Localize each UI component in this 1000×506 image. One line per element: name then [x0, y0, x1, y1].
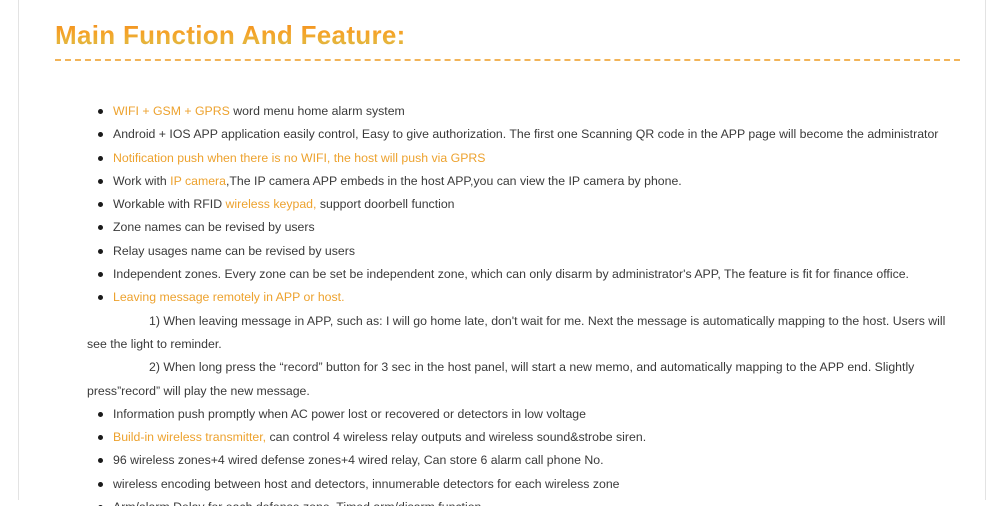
list-item: Android + IOS APP application easily con…	[93, 123, 973, 146]
list-item-text: Workable with RFID	[113, 197, 226, 212]
heading-block: Main Function And Feature:	[55, 20, 960, 61]
bullet-dot-icon	[98, 178, 103, 184]
bullet-dot-icon	[98, 132, 103, 138]
list-item: Arm/alarm Delay for each defense zone. T…	[93, 496, 973, 506]
bullet-dot-icon	[98, 435, 103, 441]
list-item: Zone names can be revised by users	[93, 216, 973, 239]
list-item-text: ,The IP camera APP embeds in the host AP…	[226, 173, 682, 188]
bullet-dot-icon	[98, 155, 103, 161]
list-item-text: word menu home alarm system	[229, 104, 405, 118]
bullet-dot-icon	[98, 248, 103, 254]
content-column: Main Function And Feature: WIFI + GSM + …	[19, 0, 985, 506]
list-item-text: 96 wireless zones+4 wired defense zones+…	[113, 453, 604, 468]
list-item-highlight: WIFI + GSM + GPRS	[113, 104, 230, 118]
bullet-dot-icon	[98, 109, 103, 114]
list-item: Notification push when there is no WIFI,…	[93, 147, 973, 170]
feature-list: WIFI + GSM + GPRS word menu home alarm s…	[87, 100, 973, 506]
bullet-dot-icon	[98, 411, 103, 417]
list-item: Independent zones. Every zone can be set…	[93, 263, 973, 286]
heading-divider	[55, 59, 960, 61]
bullet-dot-icon	[98, 481, 103, 487]
list-item-highlight: wireless keypad,	[225, 197, 317, 212]
list-item-text: Zone names can be revised by users	[113, 220, 315, 235]
list-item-text: Arm/alarm Delay for each defense zone. T…	[113, 500, 481, 506]
list-item: Information push promptly when AC power …	[93, 403, 973, 426]
bullet-dot-icon	[98, 272, 103, 278]
list-item: 96 wireless zones+4 wired defense zones+…	[93, 449, 973, 472]
list-item-text: Work with	[113, 173, 171, 188]
right-vertical-rule	[985, 0, 986, 500]
list-item-highlight: Notification push when there is no WIFI,…	[113, 150, 486, 165]
bullet-dot-icon	[98, 202, 103, 208]
list-item: Relay usages name can be revised by user…	[93, 240, 973, 263]
list-item-text: wireless encoding between host and detec…	[113, 476, 620, 491]
bullet-dot-icon	[98, 295, 103, 301]
list-item-highlight: Leaving message remotely in APP or host.	[113, 290, 345, 305]
list-item-text: Android + IOS APP application easily con…	[113, 127, 939, 142]
list-item-text: support doorbell function	[316, 197, 455, 212]
list-item-highlight: IP camera	[170, 173, 226, 188]
list-item-text: Information push promptly when AC power …	[113, 406, 586, 421]
list-item: Leaving message remotely in APP or host.	[93, 286, 973, 309]
bullet-dot-icon	[98, 225, 103, 231]
list-item-text: can control 4 wireless relay outputs and…	[266, 430, 647, 445]
list-item: wireless encoding between host and detec…	[93, 473, 973, 496]
page-root: Main Function And Feature: WIFI + GSM + …	[0, 0, 1000, 506]
sub-paragraph: 1) When leaving message in APP, such as:…	[87, 313, 946, 351]
list-item: Work with IP camera,The IP camera APP em…	[93, 170, 973, 193]
list-item-highlight: Build-in wireless transmitter,	[113, 430, 267, 445]
list-item: WIFI + GSM + GPRS word menu home alarm s…	[93, 100, 973, 123]
list-item: Workable with RFID wireless keypad, supp…	[93, 193, 973, 216]
list-item: Build-in wireless transmitter, can contr…	[93, 426, 973, 449]
list-item-text: Independent zones. Every zone can be set…	[113, 267, 909, 282]
bullet-dot-icon	[98, 458, 103, 464]
sub-paragraph: 2) When long press the “record” button f…	[87, 360, 915, 398]
list-item-text: Relay usages name can be revised by user…	[113, 243, 355, 258]
page-title: Main Function And Feature:	[55, 20, 960, 50]
